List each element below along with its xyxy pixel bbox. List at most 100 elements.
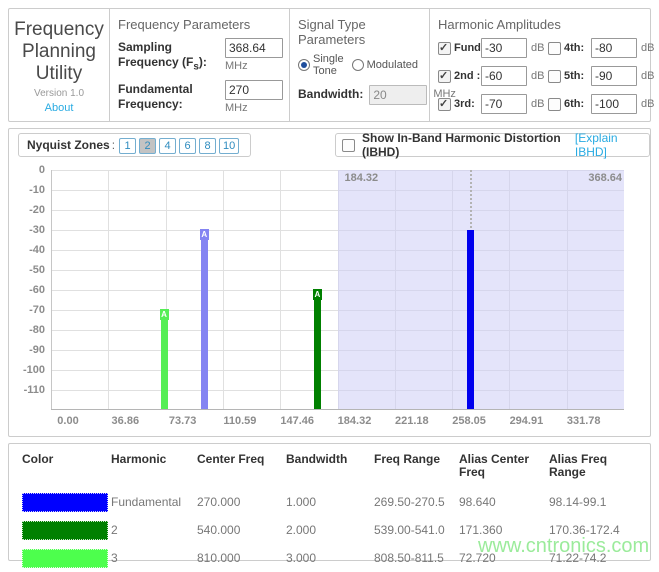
chart-panel: Nyquist Zones : 1246810 Show In-Band Har… [8,128,651,437]
y-axis-line [51,170,52,409]
harmonic-row-4th: 4th:dB [548,38,659,58]
harmonic-amplitude-input-4th[interactable] [591,38,637,58]
x-axis-tick-label: 221.18 [390,415,434,427]
fundamental-frequency-input[interactable] [225,80,283,100]
spectrum-chart: 0-10-20-30-40-50-60-70-80-90-100-1100.00… [9,129,650,436]
zone-end-label: 368.64 [572,172,622,184]
modulated-radio[interactable] [352,59,364,71]
harmonic-amplitudes-heading: Harmonic Amplitudes [438,17,650,32]
harmonic-checkbox-fund[interactable] [438,42,451,55]
alias-label-fundamental-alias: A [200,229,209,240]
modulated-label: Modulated [367,59,418,71]
harmonic-checkbox-2nd[interactable] [438,70,451,83]
x-axis-tick-label: 110.59 [218,415,262,427]
harmonic-amplitude-input-5th[interactable] [591,66,637,86]
harmonic-label-fund: Fund: [454,42,481,54]
y-axis-tick-label: -50 [17,264,45,276]
frequency-parameters-section: Frequency Parameters Sampling Frequency … [109,9,289,121]
y-axis-tick-label: -90 [17,344,45,356]
y-axis-tick-label: -60 [17,284,45,296]
about-link[interactable]: About [45,102,74,114]
app-version: Version 1.0 [34,88,84,99]
table-cell-alias_freq_range: 170.36-172.4 [549,523,650,537]
y-axis-tick-label: -80 [17,324,45,336]
table-header-cell: Harmonic [111,453,197,466]
app-title: Frequency Planning Utility [13,19,105,85]
signal-type-heading: Signal Type Parameters [298,17,425,47]
alias-label-3rd-harmonic-alias: A [160,309,169,320]
harmonic-label-2nd: 2nd : [454,70,481,82]
sampling-frequency-label: Sampling Frequency (Fs): [118,38,225,74]
harmonic-checkbox-6th[interactable] [548,98,561,111]
x-axis-tick-label: 0.00 [46,415,90,427]
sampling-frequency-input[interactable] [225,38,283,58]
x-axis-line [51,409,624,410]
harmonic-bar-2nd-harmonic-alias [314,290,321,409]
harmonic-color-swatch [22,521,108,540]
x-axis-tick-label: 184.32 [333,415,377,427]
x-axis-tick-label: 258.05 [447,415,491,427]
harmonic-amplitude-input-fund[interactable] [481,38,527,58]
y-axis-tick-label: -10 [17,184,45,196]
fundamental-marker-line [470,170,472,228]
table-cell-alias_center_freq: 171.360 [459,523,549,537]
color-cell [22,549,111,568]
gridline [223,170,224,409]
table-cell-freq_range: 539.00-541.0 [374,523,459,537]
harmonic-unit-5th: dB [641,70,654,82]
gridline [108,170,109,409]
harmonic-amplitude-input-6th[interactable] [591,94,637,114]
harmonic-label-4th: 4th: [564,42,591,54]
harmonic-label-3rd: 3rd: [454,98,481,110]
harmonic-row-6th: 6th:dB [548,94,659,114]
table-cell-harmonic: 2 [111,523,197,537]
harmonics-table-panel: ColorHarmonicCenter FreqBandwidthFreq Ra… [8,443,651,561]
table-cell-alias_center_freq: 98.640 [459,495,549,509]
single-tone-radio[interactable] [298,59,310,71]
bandwidth-input[interactable] [369,85,427,105]
app-title-section: Frequency Planning Utility Version 1.0 A… [9,9,109,121]
harmonic-amplitudes-section: Harmonic Amplitudes Fund:dB 4th: dB 2nd : dB… [429,9,650,121]
harmonic-checkbox-4th[interactable] [548,42,561,55]
single-tone-label: Single Tone [313,53,345,77]
table-header-cell: Bandwidth [286,453,374,466]
y-axis-tick-label: -40 [17,244,45,256]
harmonic-row-fund: Fund:dB [438,38,548,58]
table-cell-freq_range: 269.50-270.5 [374,495,459,509]
harmonic-checkbox-3rd[interactable] [438,98,451,111]
fundamental-frequency-label: Fundamental Frequency: [118,80,225,114]
table-row: 2540.0002.000539.00-541.0171.360170.36-1… [22,516,650,544]
harmonic-amplitude-input-2nd[interactable] [481,66,527,86]
harmonic-row-3rd: 3rd: dB [438,94,548,114]
fundamental-frequency-unit: MHz [225,102,283,114]
table-cell-center_freq: 270.000 [197,495,286,509]
harmonic-amplitude-input-3rd[interactable] [481,94,527,114]
parameters-panel: Frequency Planning Utility Version 1.0 A… [8,8,651,122]
color-cell [22,521,111,540]
x-axis-tick-label: 294.91 [504,415,548,427]
nyquist-zone-2-region [338,170,625,409]
y-axis-tick-label: -20 [17,204,45,216]
harmonic-unit-6th: dB [641,98,654,110]
table-header-cell: Freq Range [374,453,459,466]
harmonic-bar-3rd-harmonic-alias [161,310,168,409]
harmonic-unit-2nd: dB [531,70,544,82]
harmonic-bar-fundamental [467,230,474,409]
table-cell-bandwidth: 1.000 [286,495,374,509]
harmonic-color-swatch [22,549,108,568]
harmonic-unit-3rd: dB [531,98,544,110]
harmonic-checkbox-5th[interactable] [548,70,561,83]
harmonic-row-2nd: 2nd : dB [438,66,548,86]
table-header-cell: Color [22,453,111,466]
table-header-cell: Alias Freq Range [549,453,650,479]
frequency-parameters-heading: Frequency Parameters [118,17,283,32]
zone-start-label: 184.32 [345,172,379,184]
y-axis-tick-label: -70 [17,304,45,316]
harmonic-color-swatch [22,493,108,512]
table-cell-alias_freq_range: 98.14-99.1 [549,495,650,509]
alias-label-2nd-harmonic-alias: A [313,289,322,300]
table-cell-harmonic: Fundamental [111,495,197,509]
harmonic-bar-fundamental-alias [201,230,208,409]
x-axis-tick-label: 331.78 [562,415,606,427]
table-header-row: ColorHarmonicCenter FreqBandwidthFreq Ra… [22,453,650,479]
